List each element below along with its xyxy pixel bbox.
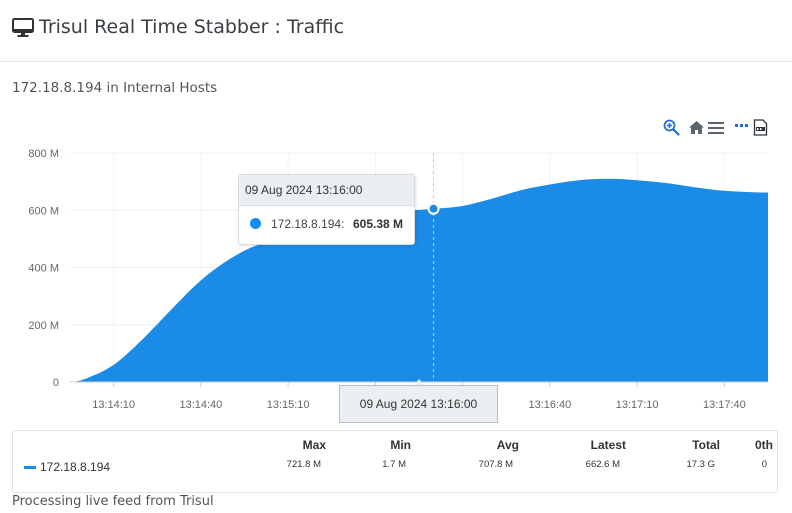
- tooltip-header: 09 Aug 2024 13:16:00: [239, 175, 414, 206]
- tooltip-value: 605.38 M: [353, 217, 404, 231]
- monitor-icon: [12, 18, 34, 37]
- legend-header-avg: Avg: [496, 438, 519, 452]
- legend-header-max: Max: [302, 438, 326, 452]
- hover-point: [427, 202, 440, 215]
- x-tick-label: 13:16:40: [528, 399, 571, 411]
- y-tick-label: 200 M: [28, 320, 59, 332]
- legend-series-name[interactable]: 172.18.8.194: [40, 460, 110, 474]
- x-tick-label: 13:14:40: [179, 399, 222, 411]
- y-tick-label: 800 M: [28, 148, 59, 160]
- host-subtitle: 172.18.8.194 in Internal Hosts: [12, 80, 218, 96]
- y-tick-label: 0: [53, 377, 59, 389]
- x-tick-label: 13:15:10: [267, 399, 310, 411]
- x-tick-label: 13:14:10: [92, 399, 135, 411]
- traffic-area-chart[interactable]: 0 200 M 400 M 600 M 800 M 13:14:10 13:14:40 13…: [0, 110, 792, 430]
- crosshair-x-label: 09 Aug 2024 13:16:00: [339, 385, 498, 423]
- x-tick-label: 13:17:40: [703, 399, 746, 411]
- y-axis: 0 200 M 400 M 600 M 800 M: [28, 148, 59, 389]
- area-fill: [70, 178, 768, 382]
- tooltip-series-name: 172.18.8.194:: [271, 217, 345, 231]
- y-tick-label: 600 M: [28, 205, 59, 217]
- page-title: Trisul Real Time Stabber : Traffic: [39, 16, 345, 38]
- chart-tooltip: 09 Aug 2024 13:16:00 172.18.8.194: 605.3…: [238, 174, 415, 245]
- legend-value-0th: 0: [761, 459, 767, 470]
- legend-value-max: 721.8 M: [286, 459, 321, 470]
- legend-header-0th: 0th: [755, 438, 773, 452]
- x-tick-label: 13:17:10: [616, 399, 659, 411]
- area-series: [70, 178, 768, 382]
- legend-value-avg: 707.8 M: [478, 459, 513, 470]
- legend-value-latest: 662.6 M: [585, 459, 620, 470]
- title-bar: Trisul Real Time Stabber : Traffic: [0, 0, 792, 62]
- tooltip-series-dot: [250, 218, 261, 229]
- legend-value-min: 1.7 M: [382, 459, 406, 470]
- legend-table: Max Min Avg Latest Total 0th 172.18.8.19…: [12, 430, 778, 493]
- status-text: Processing live feed from Trisul: [12, 494, 214, 509]
- y-tick-label: 400 M: [28, 263, 59, 275]
- legend-header-latest: Latest: [590, 438, 626, 452]
- legend-series-swatch: [24, 466, 36, 469]
- legend-header-min: Min: [390, 438, 411, 452]
